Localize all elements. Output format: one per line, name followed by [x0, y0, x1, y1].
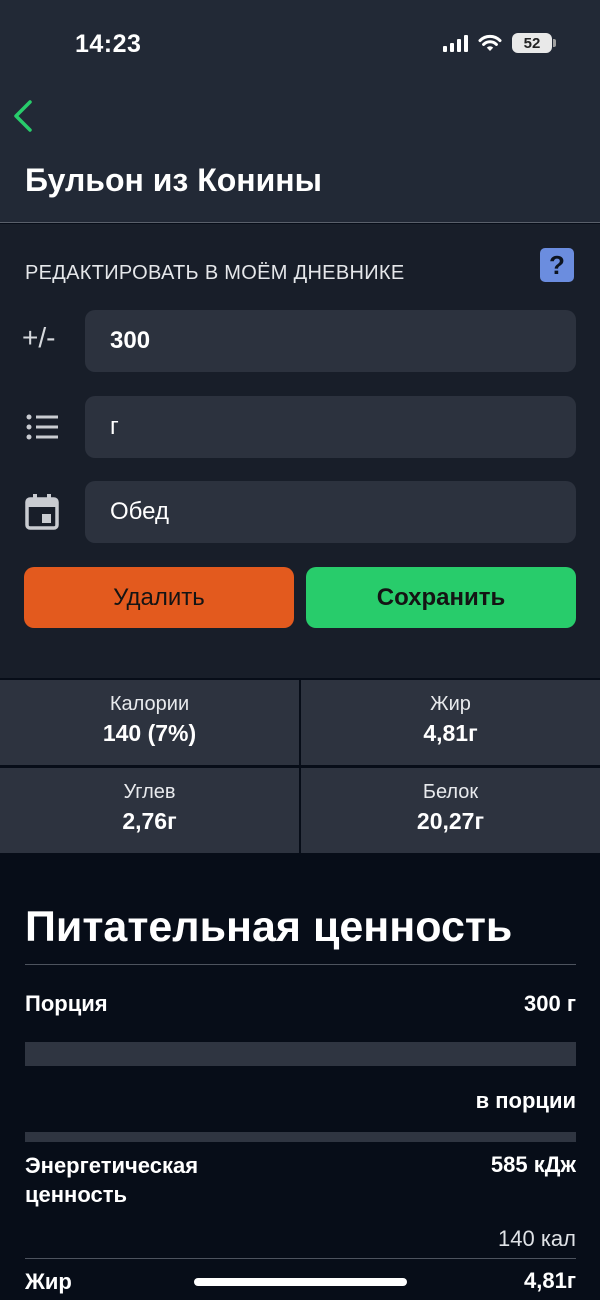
- divider: [25, 1132, 576, 1142]
- stat-value: 20,27г: [416, 808, 485, 834]
- chevron-left-icon: [14, 100, 32, 132]
- divider: [25, 964, 576, 965]
- amount-input[interactable]: 300: [85, 310, 576, 372]
- diary-editor: РЕДАКТИРОВАТЬ В МОЁМ ДНЕВНИКЕ ? +/- 300 …: [0, 224, 600, 678]
- per-portion-label: в порции: [475, 1088, 576, 1113]
- wifi-icon: [478, 34, 502, 51]
- stat-label: Жир: [430, 693, 471, 715]
- battery-icon: 52: [512, 33, 556, 53]
- energy-kcal: 140 кал: [498, 1226, 576, 1251]
- header: 14:23 52 Бульон из Конины: [0, 0, 600, 223]
- help-button[interactable]: ?: [540, 248, 574, 282]
- plus-minus-icon: +/-: [22, 322, 62, 362]
- save-button[interactable]: Сохранить: [306, 567, 576, 628]
- plus-minus-label: +/-: [22, 322, 56, 353]
- energy-label: Энергетическая ценность: [25, 1153, 199, 1207]
- stat-label: Белок: [422, 781, 479, 803]
- stat-label: Углев: [123, 781, 176, 803]
- home-indicator[interactable]: [194, 1278, 407, 1286]
- stat-carbs: Углев 2,76г: [0, 768, 299, 853]
- stat-label: Калории: [109, 693, 190, 715]
- stat-fat: Жир 4,81г: [301, 680, 600, 765]
- list-icon: [26, 414, 58, 440]
- thick-divider: [25, 1042, 576, 1066]
- status-icons: 52: [443, 33, 556, 53]
- back-button[interactable]: [10, 96, 38, 136]
- calendar-icon: [25, 494, 59, 530]
- stat-value: 2,76г: [122, 808, 177, 834]
- page-title: Бульон из Конины: [25, 162, 322, 198]
- signal-icon: [443, 34, 468, 52]
- battery-level: 52: [523, 34, 541, 52]
- stat-protein: Белок 20,27г: [301, 768, 600, 853]
- stat-calories: Калории 140 (7%): [0, 680, 299, 765]
- portion-label: Порция: [25, 991, 108, 1016]
- portion-value: 300 г: [524, 991, 576, 1016]
- stat-value: 4,81г: [423, 720, 478, 746]
- fat-value: 4,81г: [524, 1268, 576, 1293]
- unit-select[interactable]: г: [85, 396, 576, 458]
- divider: [25, 1258, 576, 1259]
- delete-button[interactable]: Удалить: [24, 567, 294, 628]
- fat-label: Жир: [25, 1269, 72, 1294]
- meal-select[interactable]: Обед: [85, 481, 576, 543]
- status-time: 14:23: [75, 30, 142, 58]
- nutrition-title: Питательная ценность: [25, 903, 513, 951]
- stat-value: 140 (7%): [102, 720, 197, 746]
- macro-stats: Калории 140 (7%) Жир 4,81г Углев 2,76г Б…: [0, 680, 600, 854]
- energy-kj: 585 кДж: [490, 1152, 576, 1177]
- help-icon: ?: [549, 249, 565, 280]
- section-label: РЕДАКТИРОВАТЬ В МОЁМ ДНЕВНИКЕ: [25, 262, 405, 284]
